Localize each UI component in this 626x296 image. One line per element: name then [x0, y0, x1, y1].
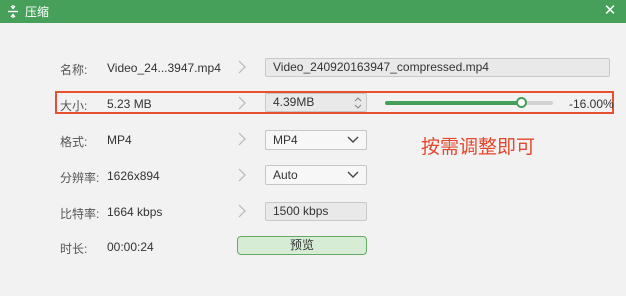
chevron-right-icon — [238, 168, 246, 182]
output-size-value: 4.39MB — [273, 95, 315, 109]
original-duration: 00:00:24 — [107, 240, 154, 254]
format-label: 格式: — [60, 135, 88, 149]
format-select[interactable]: MP4 — [265, 130, 367, 150]
output-name-field[interactable]: Video_240920163947_compressed.mp4 — [265, 58, 610, 77]
preview-button[interactable]: 预览 — [237, 236, 367, 255]
original-name: Video_24...3947.mp4 — [107, 61, 221, 75]
resolution-label: 分辨率: — [60, 171, 100, 185]
title-bar: 压缩 ✕ — [0, 0, 626, 23]
size-stepper-icon[interactable] — [353, 95, 363, 111]
size-slider[interactable] — [385, 97, 553, 108]
slider-fill — [385, 101, 522, 105]
chevron-down-icon — [347, 136, 359, 143]
size-label: 大小: — [60, 99, 88, 113]
close-icon[interactable]: ✕ — [600, 2, 620, 20]
size-percent: -16.00% — [569, 97, 614, 111]
annotation-text: 按需调整即可 — [421, 136, 536, 158]
slider-thumb[interactable] — [516, 97, 528, 108]
original-format: MP4 — [107, 133, 132, 147]
bitrate-field[interactable]: 1500 kbps — [265, 202, 367, 221]
chevron-right-icon — [238, 96, 246, 110]
bitrate-label: 比特率: — [60, 207, 100, 221]
original-size: 5.23 MB — [107, 97, 152, 111]
duration-label: 时长: — [60, 242, 88, 256]
chevron-down-icon — [347, 171, 359, 178]
chevron-right-icon — [238, 204, 246, 218]
original-bitrate: 1664 kbps — [107, 205, 163, 219]
chevron-right-icon — [238, 60, 246, 74]
chevron-right-icon — [238, 132, 246, 146]
window-title: 压缩 — [25, 5, 50, 19]
name-label: 名称: — [60, 63, 88, 77]
original-resolution: 1626x894 — [107, 169, 160, 183]
output-size-field[interactable]: 4.39MB — [265, 93, 367, 112]
compress-panel: 名称: Video_24...3947.mp4 Video_2409201639… — [0, 23, 626, 296]
format-select-value: MP4 — [273, 133, 298, 147]
resolution-select[interactable]: Auto — [265, 165, 367, 185]
compress-icon — [3, 0, 23, 23]
resolution-select-value: Auto — [273, 168, 298, 182]
